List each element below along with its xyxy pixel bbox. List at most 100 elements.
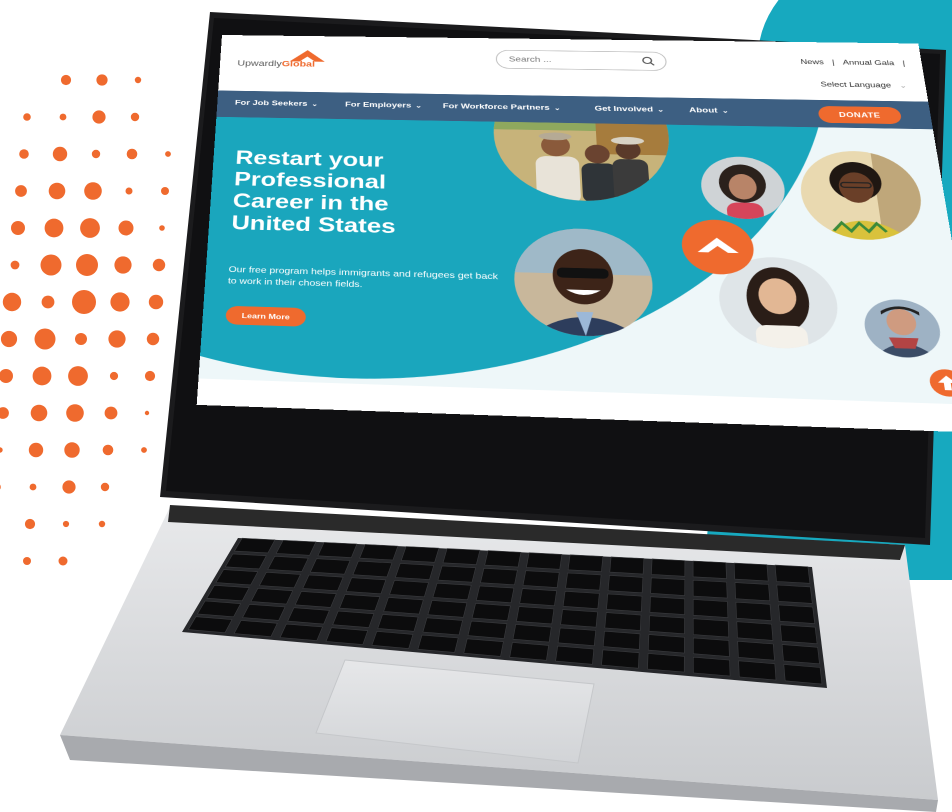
arrow-up-icon — [928, 369, 952, 397]
keyboard-key — [303, 575, 343, 591]
news-link[interactable]: News — [800, 58, 824, 66]
hero-section: Restart your Professional Career in the … — [198, 117, 952, 405]
keyboard-key — [520, 589, 557, 606]
language-select-label: Select Language — [820, 80, 892, 89]
keyboard-key — [378, 614, 418, 631]
keyboard-key — [568, 555, 603, 572]
keyboard-key — [651, 578, 685, 596]
keyboard-key — [401, 547, 439, 563]
separator: | — [902, 59, 906, 66]
keyboard-key — [259, 572, 300, 588]
keyboard-key — [607, 594, 643, 612]
keyboard-key — [605, 613, 641, 631]
keyboard-key — [784, 665, 822, 685]
keyboard-key — [558, 628, 596, 646]
annual-gala-link[interactable]: Annual Gala — [842, 59, 895, 67]
chevron-down-icon: ⌄ — [657, 106, 664, 113]
keyboard-key — [276, 540, 316, 555]
top-links: News | Annual Gala | — [796, 58, 910, 67]
keyboard-key — [693, 600, 728, 618]
brand-logo-circle — [680, 219, 757, 275]
keyboard-key — [476, 586, 514, 603]
nav-item-about[interactable]: About ⌄ — [689, 106, 729, 115]
keyboard-key — [438, 566, 476, 582]
keyboard-key — [651, 559, 685, 576]
chevron-down-icon: ⌄ — [415, 102, 422, 109]
keyboard-key — [251, 588, 293, 604]
keyboard-key — [516, 607, 554, 624]
language-select[interactable]: Select Language ⌄ — [820, 80, 907, 89]
nav-item-workforce-partners[interactable]: For Workforce Partners ⌄ — [443, 102, 561, 112]
search-input[interactable] — [509, 54, 630, 67]
keyboard-key — [693, 561, 726, 579]
keyboard-key — [188, 617, 232, 633]
keyboard-key — [340, 594, 380, 610]
keyboard-key — [649, 616, 684, 634]
keyboard-key — [775, 565, 810, 583]
keyboard-key — [428, 601, 467, 618]
keyboard-key — [318, 542, 357, 557]
keyboard-key — [390, 581, 429, 597]
keyboard-key — [384, 597, 424, 614]
keyboard-key — [510, 643, 549, 661]
nav-item-job-seekers[interactable]: For Job Seekers ⌄ — [235, 99, 318, 108]
keyboard-key — [737, 622, 773, 641]
keyboard-key — [360, 544, 398, 560]
keyboard-key — [288, 608, 330, 624]
keyboard-key — [561, 610, 598, 628]
chevron-up-icon — [290, 50, 325, 63]
chevron-down-icon: ⌄ — [311, 101, 318, 108]
keyboard-key — [608, 575, 643, 592]
keyboard-key — [650, 597, 685, 615]
search-icon[interactable] — [641, 56, 656, 66]
photo-man-scarf — [861, 298, 945, 358]
keyboard-key — [734, 563, 768, 581]
keyboard-key — [280, 624, 322, 641]
donate-button[interactable]: DONATE — [817, 106, 902, 124]
keyboard-key — [563, 591, 599, 608]
keyboard-key — [464, 639, 504, 657]
keyboard-key — [739, 661, 776, 680]
keyboard-key — [395, 564, 433, 580]
keyboard-key — [235, 538, 275, 553]
nav-item-get-involved[interactable]: Get Involved ⌄ — [594, 105, 664, 114]
keyboard-key — [566, 573, 602, 590]
keyboard-key — [526, 553, 562, 570]
keyboard-key — [513, 625, 551, 643]
keyboard-key — [603, 631, 640, 649]
keyboard-key — [198, 601, 241, 617]
website: UpwardlyGlobal News | Annual Gala | Select … — [197, 35, 952, 433]
learn-more-button[interactable]: Learn More — [225, 306, 306, 327]
nav-item-employers[interactable]: For Employers ⌄ — [345, 101, 422, 110]
search-box[interactable] — [496, 50, 668, 71]
chevron-down-icon: ⌄ — [899, 82, 907, 89]
keyboard-key — [207, 585, 249, 601]
keyboard-key — [353, 561, 392, 577]
keyboard-key — [556, 646, 594, 664]
keyboard-key — [648, 635, 684, 653]
keyboard-key — [523, 571, 559, 588]
keyboard-key — [295, 591, 336, 607]
keyboard-key — [602, 650, 640, 668]
keyboard-key — [780, 625, 817, 644]
chevron-up-icon — [680, 219, 757, 275]
keyboard-key — [234, 620, 277, 636]
keyboard-key — [268, 556, 308, 571]
keyboard-key — [333, 611, 374, 628]
keyboard-key — [481, 568, 518, 585]
keyboard-key — [693, 657, 730, 676]
keyboard-key — [346, 578, 386, 594]
keyboard-key — [736, 602, 771, 620]
hero-title: Restart your Professional Career in the … — [231, 147, 480, 240]
keyboard-key — [216, 570, 258, 585]
keyboard-key — [782, 645, 819, 664]
chevron-down-icon: ⌄ — [721, 107, 729, 114]
separator: | — [832, 58, 835, 65]
keyboard-key — [443, 549, 480, 565]
logo[interactable]: UpwardlyGlobal — [237, 49, 238, 70]
keyboard-key — [693, 619, 729, 637]
scroll-to-top-button[interactable] — [928, 369, 952, 397]
keyboard-key — [433, 583, 471, 600]
keyboard-key — [310, 559, 350, 575]
keyboard-key — [472, 604, 510, 621]
